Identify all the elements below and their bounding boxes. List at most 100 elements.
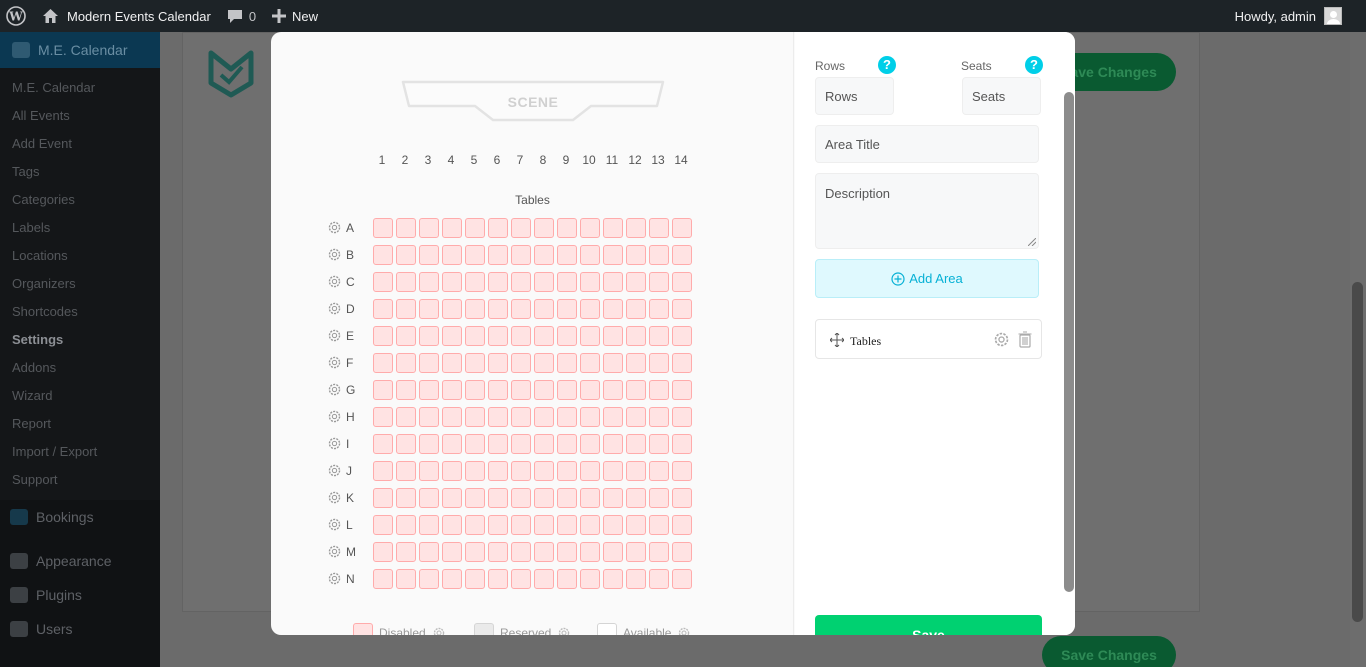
seat[interactable] bbox=[373, 407, 393, 427]
seat[interactable] bbox=[603, 461, 623, 481]
seat[interactable] bbox=[396, 218, 416, 238]
seat[interactable] bbox=[534, 488, 554, 508]
modal-scrollbar[interactable] bbox=[1064, 92, 1074, 592]
seat[interactable] bbox=[442, 326, 462, 346]
seat[interactable] bbox=[557, 407, 577, 427]
seat[interactable] bbox=[396, 434, 416, 454]
seat[interactable] bbox=[649, 515, 669, 535]
seat[interactable] bbox=[465, 299, 485, 319]
seat[interactable] bbox=[511, 407, 531, 427]
sidebar-item-appearance[interactable]: Appearance bbox=[0, 544, 160, 578]
seat[interactable] bbox=[511, 326, 531, 346]
seat[interactable] bbox=[488, 218, 508, 238]
seat[interactable] bbox=[557, 434, 577, 454]
seat[interactable] bbox=[672, 461, 692, 481]
seat[interactable] bbox=[649, 380, 669, 400]
seat[interactable] bbox=[580, 353, 600, 373]
sidebar-item-plugins[interactable]: Plugins bbox=[0, 578, 160, 612]
seat[interactable] bbox=[626, 434, 646, 454]
gear-icon[interactable] bbox=[677, 626, 691, 635]
seat[interactable] bbox=[603, 299, 623, 319]
seat[interactable] bbox=[626, 326, 646, 346]
seat[interactable] bbox=[534, 542, 554, 562]
seat[interactable] bbox=[488, 407, 508, 427]
seat[interactable] bbox=[511, 380, 531, 400]
seat[interactable] bbox=[442, 407, 462, 427]
move-icon[interactable] bbox=[830, 333, 844, 347]
seats-help-icon[interactable]: ? bbox=[1025, 56, 1043, 74]
seat[interactable] bbox=[626, 407, 646, 427]
seat[interactable] bbox=[580, 326, 600, 346]
seat[interactable] bbox=[672, 542, 692, 562]
gear-icon[interactable] bbox=[432, 626, 446, 635]
seat[interactable] bbox=[672, 326, 692, 346]
seat[interactable] bbox=[603, 434, 623, 454]
seat[interactable] bbox=[580, 380, 600, 400]
seat[interactable] bbox=[672, 353, 692, 373]
seat[interactable] bbox=[649, 353, 669, 373]
seat[interactable] bbox=[442, 272, 462, 292]
seat[interactable] bbox=[672, 272, 692, 292]
seat[interactable] bbox=[649, 542, 669, 562]
seat[interactable] bbox=[373, 245, 393, 265]
row-gear-icon[interactable] bbox=[327, 355, 342, 370]
seat[interactable] bbox=[534, 515, 554, 535]
seat[interactable] bbox=[488, 380, 508, 400]
seat[interactable] bbox=[465, 353, 485, 373]
seat[interactable] bbox=[419, 488, 439, 508]
seat[interactable] bbox=[626, 272, 646, 292]
area-title-input[interactable]: Area Title bbox=[815, 125, 1039, 163]
seat[interactable] bbox=[534, 272, 554, 292]
row-gear-icon[interactable] bbox=[327, 544, 342, 559]
seat[interactable] bbox=[373, 218, 393, 238]
seat[interactable] bbox=[534, 461, 554, 481]
seat[interactable] bbox=[672, 245, 692, 265]
seat[interactable] bbox=[557, 488, 577, 508]
row-gear-icon[interactable] bbox=[327, 517, 342, 532]
seat[interactable] bbox=[373, 353, 393, 373]
trash-icon[interactable] bbox=[1018, 331, 1032, 348]
seat[interactable] bbox=[534, 380, 554, 400]
seat[interactable] bbox=[419, 272, 439, 292]
seat[interactable] bbox=[442, 488, 462, 508]
seat[interactable] bbox=[603, 407, 623, 427]
new-content-link[interactable]: New bbox=[264, 0, 326, 32]
seats-input[interactable]: Seats bbox=[962, 77, 1041, 115]
seat[interactable] bbox=[580, 272, 600, 292]
seat[interactable] bbox=[649, 569, 669, 589]
seat[interactable] bbox=[442, 461, 462, 481]
seat[interactable] bbox=[649, 407, 669, 427]
gear-icon[interactable] bbox=[557, 626, 571, 635]
comments-link[interactable]: 0 bbox=[219, 0, 264, 32]
seat[interactable] bbox=[626, 515, 646, 535]
seat[interactable] bbox=[534, 407, 554, 427]
seat[interactable] bbox=[373, 272, 393, 292]
seat[interactable] bbox=[465, 515, 485, 535]
seat[interactable] bbox=[626, 218, 646, 238]
seat[interactable] bbox=[534, 434, 554, 454]
seat[interactable] bbox=[511, 488, 531, 508]
submenu-item-current[interactable]: Settings bbox=[0, 326, 160, 354]
seat[interactable] bbox=[672, 515, 692, 535]
row-gear-icon[interactable] bbox=[327, 463, 342, 478]
seat[interactable] bbox=[465, 380, 485, 400]
seat[interactable] bbox=[396, 461, 416, 481]
seat[interactable] bbox=[465, 272, 485, 292]
seat[interactable] bbox=[465, 569, 485, 589]
seat[interactable] bbox=[534, 569, 554, 589]
seat[interactable] bbox=[442, 218, 462, 238]
row-gear-icon[interactable] bbox=[327, 490, 342, 505]
seat[interactable] bbox=[649, 488, 669, 508]
seat[interactable] bbox=[488, 488, 508, 508]
seat[interactable] bbox=[557, 380, 577, 400]
seat[interactable] bbox=[442, 245, 462, 265]
seat[interactable] bbox=[488, 326, 508, 346]
row-gear-icon[interactable] bbox=[327, 409, 342, 424]
seat[interactable] bbox=[534, 353, 554, 373]
seat[interactable] bbox=[534, 245, 554, 265]
row-gear-icon[interactable] bbox=[327, 436, 342, 451]
submenu-item[interactable]: Import / Export bbox=[0, 438, 160, 466]
seat[interactable] bbox=[511, 218, 531, 238]
seat[interactable] bbox=[442, 353, 462, 373]
page-scrollbar-thumb[interactable] bbox=[1352, 282, 1363, 622]
